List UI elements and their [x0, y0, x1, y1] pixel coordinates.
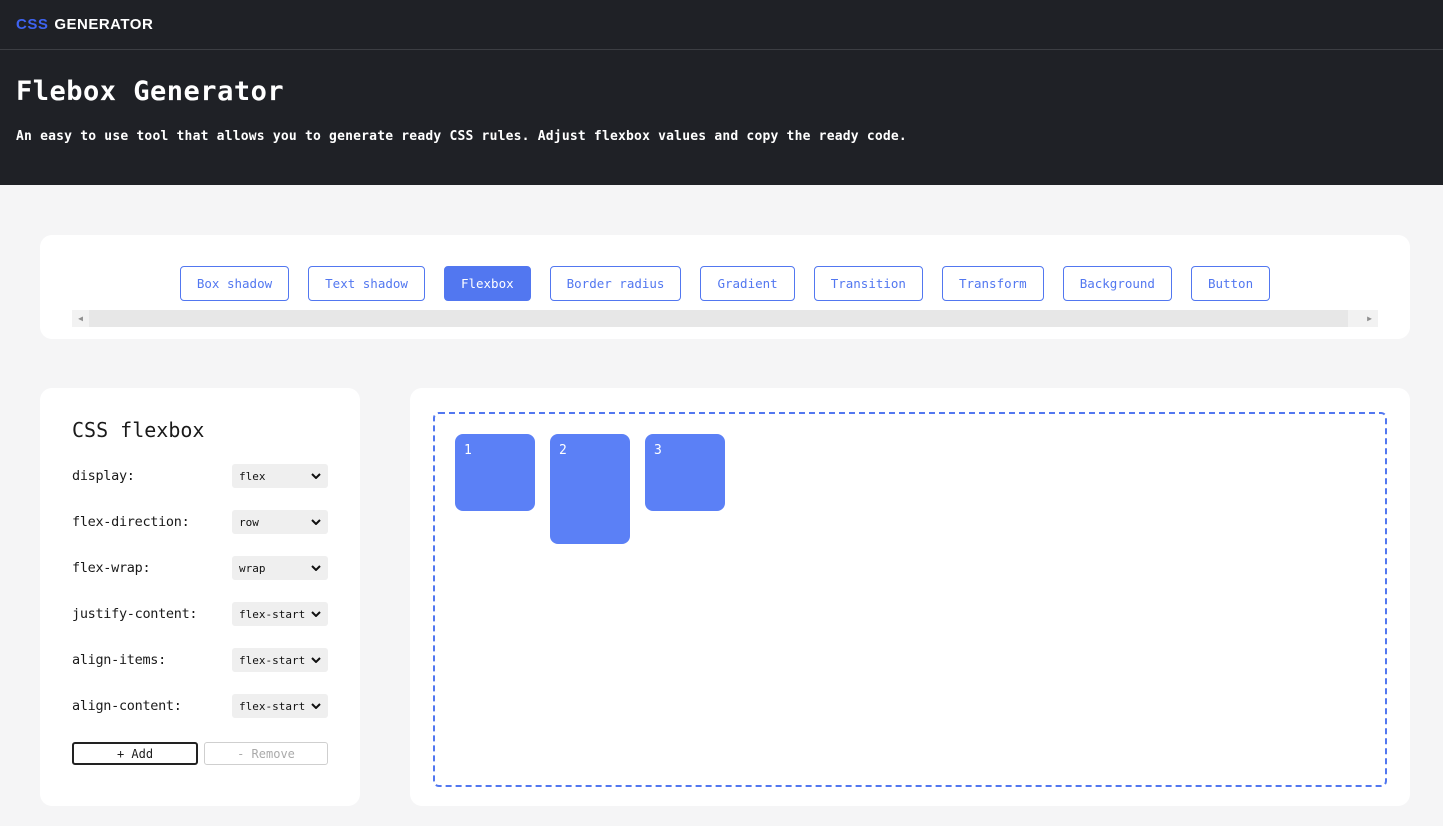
- tab-box-shadow[interactable]: Box shadow: [180, 266, 289, 301]
- chevron-down-icon: [311, 703, 321, 709]
- justify-content-label: justify-content:: [72, 606, 197, 622]
- flex-wrap-select[interactable]: wrap: [232, 556, 328, 580]
- flex-wrap-label: flex-wrap:: [72, 560, 150, 576]
- top-navbar: CSS GENERATOR: [0, 0, 1443, 50]
- chevron-down-icon: [311, 565, 321, 571]
- align-content-label: align-content:: [72, 698, 182, 714]
- tab-gradient[interactable]: Gradient: [700, 266, 794, 301]
- add-remove-row: + Add - Remove: [72, 742, 328, 765]
- main-content: Box shadow Text shadow Flexbox Border ra…: [0, 185, 1443, 806]
- flex-direction-select[interactable]: row: [232, 510, 328, 534]
- control-row-align-content: align-content: flex-start: [72, 694, 328, 718]
- tabs-card: Box shadow Text shadow Flexbox Border ra…: [40, 235, 1410, 339]
- control-row-flex-wrap: flex-wrap: wrap: [72, 556, 328, 580]
- control-row-flex-direction: flex-direction: row: [72, 510, 328, 534]
- tab-transition[interactable]: Transition: [814, 266, 923, 301]
- flex-item-2: 2: [550, 434, 630, 544]
- display-select-value: flex: [239, 470, 266, 483]
- page-title: Flebox Generator: [16, 76, 1427, 107]
- chevron-down-icon: [311, 611, 321, 617]
- chevron-down-icon: [311, 657, 321, 663]
- align-items-select[interactable]: flex-start: [232, 648, 328, 672]
- control-row-align-items: align-items: flex-start: [72, 648, 328, 672]
- scroll-right-icon[interactable]: ▶: [1361, 310, 1378, 327]
- tab-flexbox[interactable]: Flexbox: [444, 266, 531, 301]
- align-items-select-value: flex-start: [239, 654, 305, 667]
- chevron-down-icon: [311, 473, 321, 479]
- scrollbar-track[interactable]: [89, 310, 1361, 327]
- flex-wrap-select-value: wrap: [239, 562, 266, 575]
- flexbox-preview-container: 1 2 3: [433, 412, 1387, 787]
- chevron-down-icon: [311, 519, 321, 525]
- generator-tabs: Box shadow Text shadow Flexbox Border ra…: [72, 266, 1378, 301]
- justify-content-select-value: flex-start: [239, 608, 305, 621]
- flexbox-settings-panel: CSS flexbox display: flex flex-direction…: [40, 388, 360, 806]
- logo-css-text: CSS: [16, 16, 48, 33]
- tab-border-radius[interactable]: Border radius: [550, 266, 682, 301]
- display-select[interactable]: flex: [232, 464, 328, 488]
- preview-card: 1 2 3: [410, 388, 1410, 806]
- add-box-button[interactable]: + Add: [72, 742, 198, 765]
- tab-background[interactable]: Background: [1063, 266, 1172, 301]
- align-items-label: align-items:: [72, 652, 166, 668]
- logo-generator-text: GENERATOR: [54, 16, 153, 33]
- display-label: display:: [72, 468, 135, 484]
- app-logo[interactable]: CSS GENERATOR: [16, 16, 153, 33]
- content-row: CSS flexbox display: flex flex-direction…: [40, 388, 1410, 806]
- hero-header: Flebox Generator An easy to use tool tha…: [0, 50, 1443, 185]
- tab-transform[interactable]: Transform: [942, 266, 1044, 301]
- tab-text-shadow[interactable]: Text shadow: [308, 266, 425, 301]
- flex-direction-label: flex-direction:: [72, 514, 189, 530]
- remove-box-button[interactable]: - Remove: [204, 742, 328, 765]
- control-row-display: display: flex: [72, 464, 328, 488]
- flex-direction-select-value: row: [239, 516, 259, 529]
- page-subtitle: An easy to use tool that allows you to g…: [16, 129, 1427, 144]
- flex-item-3: 3: [645, 434, 725, 511]
- scrollbar-thumb[interactable]: [89, 310, 1348, 327]
- control-row-justify-content: justify-content: flex-start: [72, 602, 328, 626]
- panel-title: CSS flexbox: [72, 418, 328, 442]
- align-content-select-value: flex-start: [239, 700, 305, 713]
- tab-button[interactable]: Button: [1191, 266, 1270, 301]
- scroll-left-icon[interactable]: ◀: [72, 310, 89, 327]
- tabs-horizontal-scrollbar[interactable]: ◀ ▶: [72, 310, 1378, 327]
- justify-content-select[interactable]: flex-start: [232, 602, 328, 626]
- align-content-select[interactable]: flex-start: [232, 694, 328, 718]
- flex-item-1: 1: [455, 434, 535, 511]
